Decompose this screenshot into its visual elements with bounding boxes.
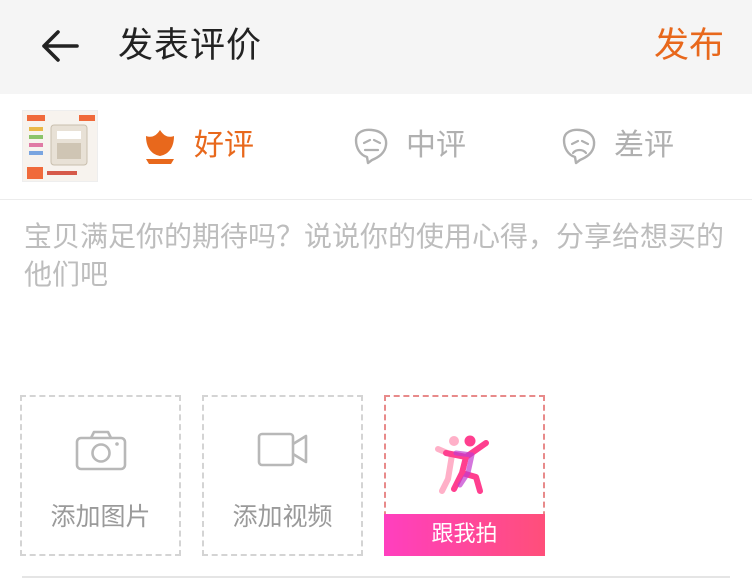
- product-thumbnail: [22, 110, 98, 182]
- flower-icon: [146, 130, 174, 164]
- rating-good[interactable]: 好评: [140, 122, 254, 170]
- add-video-button[interactable]: 添加视频: [202, 395, 363, 556]
- publish-button[interactable]: 发布: [654, 22, 724, 70]
- top-bar: 发表评价 发布: [0, 0, 752, 94]
- rating-bad-label: 差评: [614, 128, 674, 163]
- rating-neutral-label: 中评: [406, 128, 466, 163]
- back-arrow-icon[interactable]: [40, 29, 80, 63]
- neutral-face-icon: [354, 128, 388, 165]
- divider: [22, 576, 730, 578]
- camera-icon: [75, 430, 126, 471]
- dancing-person-icon: [434, 435, 489, 494]
- follow-shoot-button[interactable]: 跟我拍: [384, 395, 545, 556]
- add-video-label: 添加视频: [232, 502, 333, 531]
- review-input[interactable]: [24, 218, 724, 368]
- add-photo-button[interactable]: 添加图片: [20, 395, 181, 556]
- page-title: 发表评价: [118, 26, 263, 66]
- rating-bad[interactable]: 差评: [558, 122, 674, 170]
- follow-shoot-label: 跟我拍: [384, 514, 545, 556]
- rating-neutral[interactable]: 中评: [350, 122, 466, 170]
- rating-good-label: 好评: [194, 128, 254, 163]
- video-camera-icon: [257, 432, 307, 467]
- rating-row: 好评 中评 差评: [0, 94, 752, 200]
- sad-face-icon: [562, 128, 596, 165]
- add-photo-label: 添加图片: [50, 502, 151, 531]
